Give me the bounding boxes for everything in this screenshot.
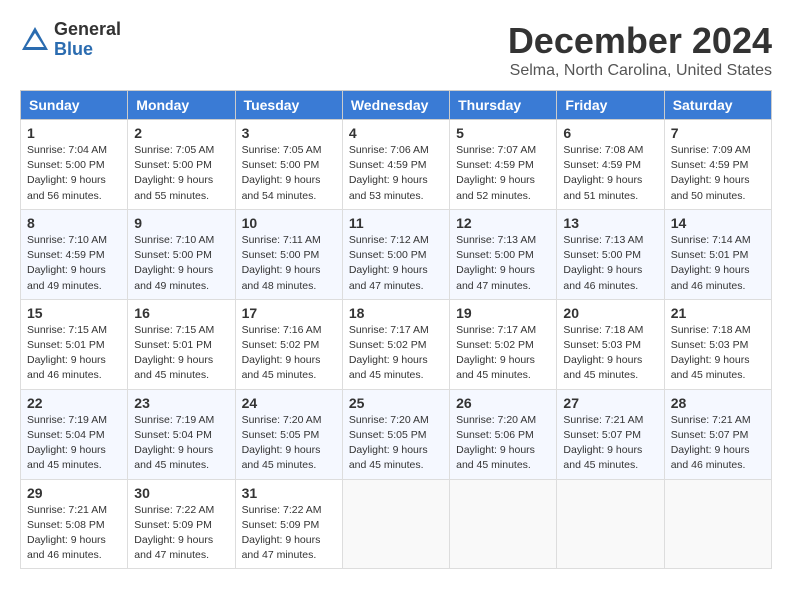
table-row <box>557 479 664 569</box>
table-row: 11Sunrise: 7:12 AMSunset: 5:00 PMDayligh… <box>342 209 449 299</box>
table-row: 20Sunrise: 7:18 AMSunset: 5:03 PMDayligh… <box>557 299 664 389</box>
table-row: 7Sunrise: 7:09 AMSunset: 4:59 PMDaylight… <box>664 120 771 210</box>
table-row: 1Sunrise: 7:04 AMSunset: 5:00 PMDaylight… <box>21 120 128 210</box>
col-tuesday: Tuesday <box>235 91 342 120</box>
table-row: 16Sunrise: 7:15 AMSunset: 5:01 PMDayligh… <box>128 299 235 389</box>
week-row: 15Sunrise: 7:15 AMSunset: 5:01 PMDayligh… <box>21 299 772 389</box>
calendar-table: Sunday Monday Tuesday Wednesday Thursday… <box>20 90 772 569</box>
month-title: December 2024 <box>508 20 772 62</box>
week-row: 22Sunrise: 7:19 AMSunset: 5:04 PMDayligh… <box>21 389 772 479</box>
col-monday: Monday <box>128 91 235 120</box>
col-sunday: Sunday <box>21 91 128 120</box>
table-row: 8Sunrise: 7:10 AMSunset: 4:59 PMDaylight… <box>21 209 128 299</box>
week-row: 1Sunrise: 7:04 AMSunset: 5:00 PMDaylight… <box>21 120 772 210</box>
table-row: 25Sunrise: 7:20 AMSunset: 5:05 PMDayligh… <box>342 389 449 479</box>
page-container: General Blue December 2024 Selma, North … <box>20 20 772 569</box>
table-row: 17Sunrise: 7:16 AMSunset: 5:02 PMDayligh… <box>235 299 342 389</box>
logo-blue: Blue <box>54 40 121 60</box>
col-friday: Friday <box>557 91 664 120</box>
table-row: 15Sunrise: 7:15 AMSunset: 5:01 PMDayligh… <box>21 299 128 389</box>
table-row <box>664 479 771 569</box>
table-row <box>450 479 557 569</box>
table-row <box>342 479 449 569</box>
table-row: 28Sunrise: 7:21 AMSunset: 5:07 PMDayligh… <box>664 389 771 479</box>
table-row: 27Sunrise: 7:21 AMSunset: 5:07 PMDayligh… <box>557 389 664 479</box>
table-row: 29Sunrise: 7:21 AMSunset: 5:08 PMDayligh… <box>21 479 128 569</box>
col-thursday: Thursday <box>450 91 557 120</box>
table-row: 21Sunrise: 7:18 AMSunset: 5:03 PMDayligh… <box>664 299 771 389</box>
table-row: 24Sunrise: 7:20 AMSunset: 5:05 PMDayligh… <box>235 389 342 479</box>
table-row: 10Sunrise: 7:11 AMSunset: 5:00 PMDayligh… <box>235 209 342 299</box>
table-row: 5Sunrise: 7:07 AMSunset: 4:59 PMDaylight… <box>450 120 557 210</box>
table-row: 9Sunrise: 7:10 AMSunset: 5:00 PMDaylight… <box>128 209 235 299</box>
table-row: 4Sunrise: 7:06 AMSunset: 4:59 PMDaylight… <box>342 120 449 210</box>
table-row: 31Sunrise: 7:22 AMSunset: 5:09 PMDayligh… <box>235 479 342 569</box>
table-row: 19Sunrise: 7:17 AMSunset: 5:02 PMDayligh… <box>450 299 557 389</box>
table-row: 14Sunrise: 7:14 AMSunset: 5:01 PMDayligh… <box>664 209 771 299</box>
week-row: 8Sunrise: 7:10 AMSunset: 4:59 PMDaylight… <box>21 209 772 299</box>
title-area: December 2024 Selma, North Carolina, Uni… <box>508 20 772 80</box>
logo: General Blue <box>20 20 121 60</box>
table-row: 26Sunrise: 7:20 AMSunset: 5:06 PMDayligh… <box>450 389 557 479</box>
header: General Blue December 2024 Selma, North … <box>20 20 772 80</box>
table-row: 23Sunrise: 7:19 AMSunset: 5:04 PMDayligh… <box>128 389 235 479</box>
logo-general: General <box>54 20 121 40</box>
logo-icon <box>20 25 50 55</box>
table-row: 18Sunrise: 7:17 AMSunset: 5:02 PMDayligh… <box>342 299 449 389</box>
col-wednesday: Wednesday <box>342 91 449 120</box>
table-row: 2Sunrise: 7:05 AMSunset: 5:00 PMDaylight… <box>128 120 235 210</box>
table-row: 3Sunrise: 7:05 AMSunset: 5:00 PMDaylight… <box>235 120 342 210</box>
table-row: 12Sunrise: 7:13 AMSunset: 5:00 PMDayligh… <box>450 209 557 299</box>
header-row: Sunday Monday Tuesday Wednesday Thursday… <box>21 91 772 120</box>
table-row: 13Sunrise: 7:13 AMSunset: 5:00 PMDayligh… <box>557 209 664 299</box>
table-row: 6Sunrise: 7:08 AMSunset: 4:59 PMDaylight… <box>557 120 664 210</box>
table-row: 30Sunrise: 7:22 AMSunset: 5:09 PMDayligh… <box>128 479 235 569</box>
col-saturday: Saturday <box>664 91 771 120</box>
week-row: 29Sunrise: 7:21 AMSunset: 5:08 PMDayligh… <box>21 479 772 569</box>
location-title: Selma, North Carolina, United States <box>508 62 772 80</box>
table-row: 22Sunrise: 7:19 AMSunset: 5:04 PMDayligh… <box>21 389 128 479</box>
